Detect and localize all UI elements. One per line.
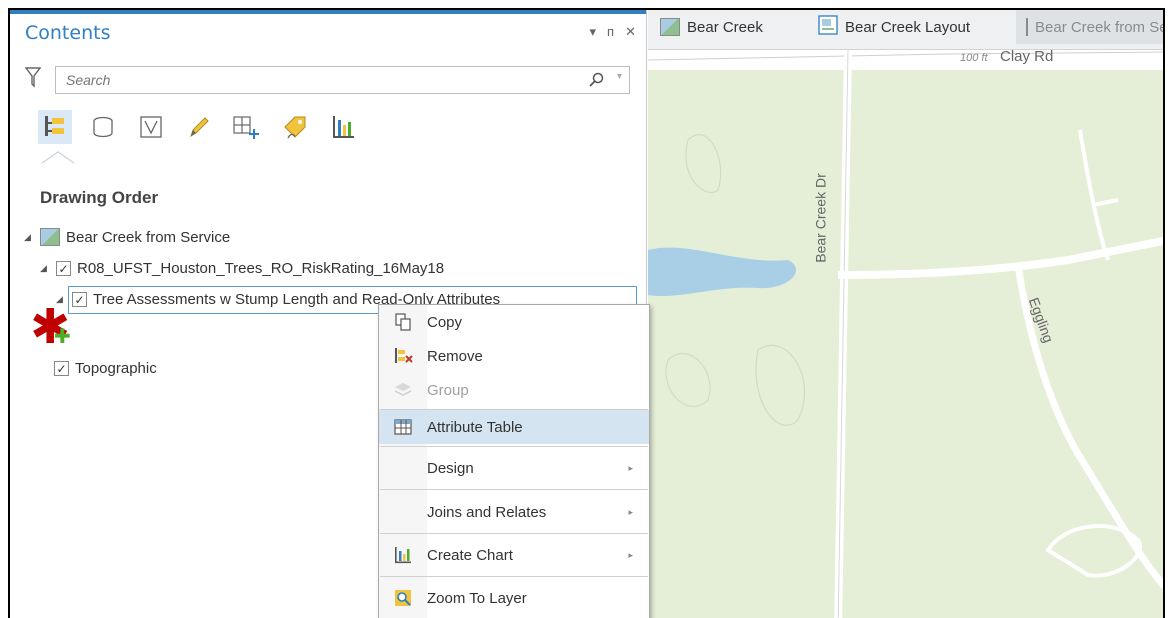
- list-by-source-icon[interactable]: [86, 110, 120, 144]
- visibility-checkbox[interactable]: ✓: [72, 292, 87, 307]
- pane-controls: ▾ ᴨ ✕: [590, 24, 636, 40]
- tree-item-label: Topographic: [75, 360, 157, 377]
- tree-item-label: Bear Creek from Service: [66, 228, 231, 246]
- menu-separator: [380, 446, 648, 447]
- close-icon[interactable]: ✕: [625, 24, 636, 40]
- tab-bear-creek-from-service[interactable]: Bear Creek from Service: [1016, 10, 1163, 44]
- map-icon: [40, 228, 60, 246]
- search-box: ▾: [55, 66, 630, 94]
- list-by-selection-icon[interactable]: [134, 110, 168, 144]
- pane-accent-bar: [10, 10, 646, 14]
- contour-label: 100 ft: [960, 52, 988, 64]
- menu-item-attribute-table[interactable]: Attribute Table: [379, 410, 649, 444]
- context-menu: Copy Remove Group Attribute Table Design…: [378, 304, 650, 618]
- list-by-labeling-icon[interactable]: [278, 110, 312, 144]
- menu-item-label: Design: [427, 459, 474, 477]
- submenu-arrow-icon: ▸: [628, 549, 633, 560]
- tree-item-group-layer[interactable]: ◢ ✓ R08_UFST_Houston_Trees_RO_RiskRating…: [40, 260, 444, 277]
- tab-label: Bear Creek: [687, 18, 763, 36]
- menu-item-joins-and-relates[interactable]: Joins and Relates ▸: [379, 495, 649, 529]
- filter-icon[interactable]: [24, 66, 42, 91]
- submenu-arrow-icon: ▸: [628, 462, 633, 473]
- feature-symbol-plus-icon: ✚: [54, 326, 71, 348]
- list-by-drawing-order-icon[interactable]: [38, 110, 72, 144]
- pin-icon[interactable]: ᴨ: [607, 24, 614, 40]
- collapse-icon[interactable]: ◢: [40, 263, 50, 274]
- map-view[interactable]: 100 ft Clay Rd Bear Creek Dr Eggling: [648, 50, 1163, 618]
- list-by-charts-icon[interactable]: [326, 110, 360, 144]
- pane-options-icon[interactable]: ▾: [590, 24, 597, 40]
- tree-item-map[interactable]: ◢ Bear Creek from Service: [24, 228, 230, 246]
- submenu-arrow-icon: ▸: [628, 506, 633, 517]
- section-label: Drawing Order: [40, 188, 159, 207]
- menu-item-remove[interactable]: Remove: [379, 339, 649, 373]
- view-tabs: Bear Creek Bear Creek Layout Bear Creek …: [648, 10, 1163, 50]
- menu-item-label: Zoom To Layer: [427, 589, 527, 607]
- menu-item-label: Copy: [427, 313, 463, 331]
- tab-label: Bear Creek from Service: [1035, 18, 1163, 36]
- menu-separator: [380, 489, 648, 490]
- tab-label: Bear Creek Layout: [845, 18, 971, 36]
- visibility-checkbox[interactable]: ✓: [56, 261, 71, 276]
- contents-toolbar: [38, 110, 360, 144]
- search-icon[interactable]: [589, 72, 605, 91]
- list-by-editing-icon[interactable]: [182, 110, 216, 144]
- map-icon: [660, 18, 680, 36]
- search-options-icon[interactable]: ▾: [617, 71, 622, 82]
- menu-item-design[interactable]: Design ▸: [379, 451, 649, 485]
- table-icon: [379, 419, 427, 435]
- menu-item-label: Joins and Relates: [427, 503, 547, 521]
- collapse-icon[interactable]: ◢: [24, 232, 34, 243]
- group-icon: [379, 381, 427, 399]
- tab-bear-creek[interactable]: Bear Creek: [660, 10, 763, 44]
- tool-caret-icon: [40, 150, 76, 167]
- map-icon: [1026, 18, 1028, 36]
- menu-item-create-chart[interactable]: Create Chart ▸: [379, 538, 649, 572]
- menu-item-label: Group: [427, 381, 469, 399]
- copy-icon: [379, 313, 427, 331]
- menu-item-label: Remove: [427, 347, 483, 365]
- layout-icon: [818, 15, 838, 39]
- tree-item-label: R08_UFST_Houston_Trees_RO_RiskRating_16M…: [77, 260, 445, 277]
- menu-item-group[interactable]: Group: [379, 373, 649, 407]
- pane-title: Contents: [25, 22, 111, 44]
- visibility-checkbox[interactable]: ✓: [54, 361, 69, 376]
- chart-icon: [379, 546, 427, 564]
- menu-separator: [380, 576, 648, 577]
- tree-item-basemap[interactable]: ✓ Topographic: [54, 360, 157, 377]
- zoom-to-layer-icon: [379, 589, 427, 607]
- road-label-clay-rd: Clay Rd: [1000, 50, 1054, 65]
- menu-item-zoom-to-layer[interactable]: Zoom To Layer: [379, 581, 649, 615]
- menu-separator: [380, 533, 648, 534]
- road-label-bear-creek-dr: Bear Creek Dr: [812, 173, 829, 263]
- app-window: Contents ▾ ᴨ ✕ ▾: [8, 8, 1165, 618]
- tab-bear-creek-layout[interactable]: Bear Creek Layout: [818, 10, 970, 44]
- menu-item-copy[interactable]: Copy: [379, 305, 649, 339]
- menu-item-label: Create Chart: [427, 546, 513, 564]
- menu-item-label: Attribute Table: [427, 418, 523, 436]
- remove-icon: [379, 347, 427, 365]
- list-by-snapping-icon[interactable]: [230, 110, 264, 144]
- search-input[interactable]: [56, 67, 556, 93]
